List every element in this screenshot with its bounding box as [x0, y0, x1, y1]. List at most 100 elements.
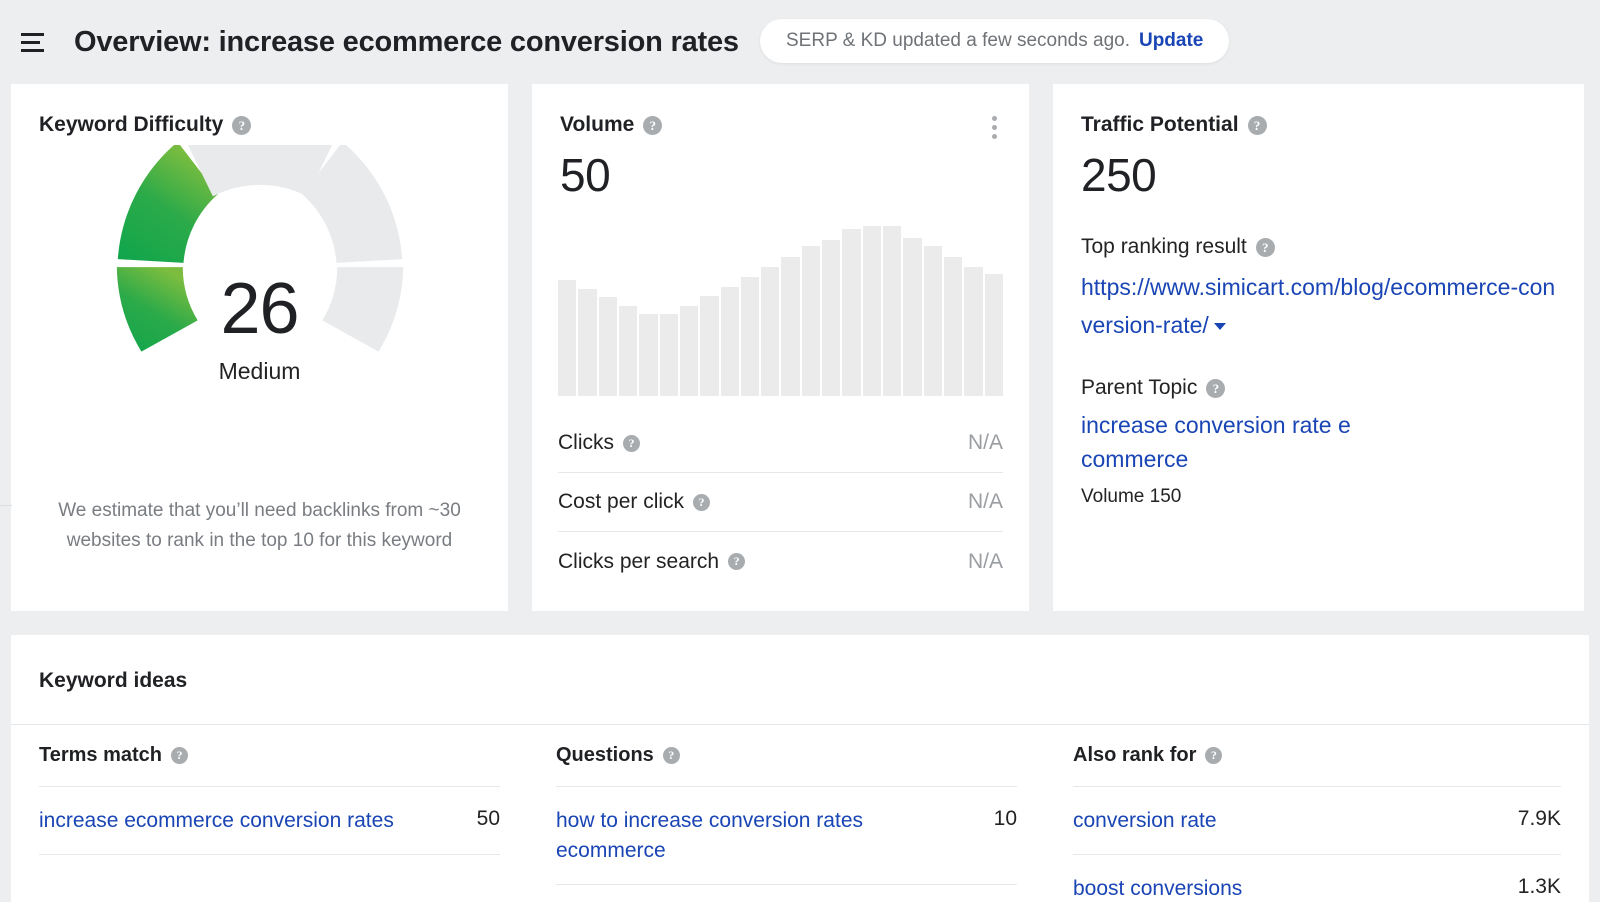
volume-bar: [842, 229, 861, 396]
gauge-readout: 26 Medium: [11, 273, 508, 385]
volume-card: Volume ? 50 Clicks? N/A Cost per click? N/A…: [532, 84, 1029, 611]
keyword-idea-row: increase ecommerce conversion rates 50: [39, 787, 500, 855]
hamburger-line: [21, 40, 40, 44]
help-icon[interactable]: ?: [1205, 747, 1223, 764]
hamburger-line: [21, 32, 44, 36]
keyword-ideas-column: Terms match? increase ecommerce conversio…: [11, 725, 528, 902]
kebab-dot: [992, 134, 997, 139]
volume-bar: [781, 256, 800, 396]
volume-bar: [659, 314, 678, 396]
metric-row: Clicks? N/A: [558, 414, 1003, 473]
volume-bar: [801, 246, 821, 396]
hamburger-line: [21, 48, 44, 52]
metric-cards-row: Keyword Difficulty ? 26 Medium We estima…: [0, 84, 1600, 611]
keyword-ideas-grid: Terms match? increase ecommerce conversio…: [11, 724, 1589, 902]
metric-value: N/A: [967, 490, 1003, 513]
metric-label: Cost per click?: [558, 490, 711, 514]
chevron-down-icon[interactable]: [1213, 323, 1226, 330]
more-vertical-icon[interactable]: [990, 114, 999, 141]
parent-topic-volume: Volume 150: [1081, 486, 1182, 507]
keyword-idea-row: how to increase conversion rates ecommer…: [556, 787, 1017, 885]
sidebar-divider: [0, 505, 12, 506]
help-icon[interactable]: ?: [643, 115, 663, 135]
help-icon[interactable]: ?: [693, 493, 711, 511]
keyword-ideas-column-header-text: Terms match: [39, 744, 163, 766]
volume-bar: [761, 266, 780, 396]
keyword-difficulty-title-label: Keyword Difficulty: [39, 113, 224, 136]
top-ranking-result-url: https://www.simicart.com/blog/ecommerce-…: [1081, 274, 1556, 338]
help-icon[interactable]: ?: [1255, 237, 1275, 257]
volume-bar: [943, 256, 963, 396]
metric-row: Cost per click? N/A: [558, 473, 1003, 532]
keyword-difficulty-card: Keyword Difficulty ? 26 Medium We estima…: [11, 84, 508, 611]
traffic-potential-value: 250: [1081, 149, 1157, 201]
volume-value: 50: [560, 149, 611, 201]
keyword-ideas-column-header-text: Also rank for: [1073, 744, 1197, 766]
keyword-idea-link[interactable]: increase ecommerce conversion rates: [39, 806, 394, 836]
volume-title-label: Volume: [560, 113, 635, 136]
volume-bar: [618, 305, 638, 396]
update-button[interactable]: Update: [1139, 30, 1203, 52]
kebab-dot: [992, 116, 997, 121]
metric-label-text: Cost per click: [558, 490, 685, 513]
help-icon[interactable]: ?: [232, 115, 252, 135]
metric-label: Clicks?: [558, 431, 640, 455]
metric-label: Clicks per search?: [558, 549, 746, 574]
keyword-difficulty-note: We estimate that you’ll need backlinks f…: [58, 500, 461, 551]
keyword-difficulty-gauge: 26 Medium: [11, 145, 508, 405]
top-ranking-result-label-row: Top ranking result ?: [1053, 235, 1584, 259]
keyword-idea-link[interactable]: how to increase conversion rates ecommer…: [556, 806, 976, 866]
volume-bar: [822, 239, 841, 396]
volume-bar-chart: [558, 226, 1003, 396]
help-icon[interactable]: ?: [171, 747, 189, 764]
volume-bar: [883, 226, 902, 396]
kebab-dot: [992, 125, 997, 130]
app-header: Overview: increase ecommerce conversion …: [0, 0, 1600, 84]
keyword-idea-row: boost conversions 1.3K: [1073, 855, 1561, 902]
keyword-difficulty-title: Keyword Difficulty ?: [11, 84, 508, 137]
metric-row: Clicks per search? N/A: [558, 532, 1003, 591]
parent-topic-label-row: Parent Topic ?: [1053, 376, 1584, 400]
keyword-ideas-title: Keyword ideas: [39, 669, 188, 692]
keyword-ideas-column: Questions? how to increase conversion rat…: [528, 725, 1045, 902]
keyword-ideas-column-header: Questions?: [556, 725, 1017, 787]
keyword-ideas-column: Also rank for? conversion rate 7.9K boost c…: [1045, 725, 1589, 902]
keyword-idea-volume: 7.9K: [1517, 807, 1561, 830]
help-icon[interactable]: ?: [1247, 115, 1267, 135]
traffic-potential-title-label: Traffic Potential: [1081, 113, 1239, 136]
metric-label-text: Clicks: [558, 431, 614, 454]
volume-bar: [903, 237, 922, 396]
help-icon[interactable]: ?: [623, 434, 640, 452]
volume-bar: [720, 287, 739, 396]
keyword-idea-volume: 10: [993, 807, 1017, 830]
metric-value: N/A: [967, 431, 1003, 454]
volume-bar: [639, 314, 658, 396]
parent-topic-label: Parent Topic: [1081, 376, 1198, 399]
help-icon[interactable]: ?: [1206, 378, 1226, 398]
volume-bar: [700, 295, 719, 396]
parent-topic-link[interactable]: increase conversion rate e commerce: [1053, 400, 1423, 476]
metric-label-text: Clicks per search: [558, 549, 720, 573]
volume-bar: [578, 288, 597, 396]
volume-bar: [862, 226, 881, 396]
traffic-potential-title: Traffic Potential ?: [1053, 84, 1584, 137]
volume-bar: [984, 273, 1003, 396]
hamburger-icon[interactable]: [12, 22, 52, 62]
help-icon[interactable]: ?: [728, 553, 746, 570]
keyword-idea-volume: 1.3K: [1517, 875, 1561, 898]
top-ranking-result-link[interactable]: https://www.simicart.com/blog/ecommerce-…: [1053, 259, 1584, 344]
volume-bar: [923, 246, 942, 396]
keyword-idea-link[interactable]: boost conversions: [1073, 874, 1242, 902]
keyword-ideas-panel: Keyword ideas Terms match? increase ecomm…: [11, 635, 1589, 902]
keyword-idea-link[interactable]: conversion rate: [1073, 806, 1217, 836]
volume-bar: [598, 297, 617, 396]
update-notification-pill: SERP & KD updated a few seconds ago. Upd…: [760, 19, 1230, 63]
keyword-difficulty-label: Medium: [218, 358, 301, 384]
help-icon[interactable]: ?: [662, 747, 680, 764]
page-title: Overview: increase ecommerce conversion …: [74, 25, 739, 58]
keyword-ideas-column-header-text: Questions: [556, 744, 654, 766]
update-notification-message: SERP & KD updated a few seconds ago.: [786, 30, 1130, 51]
keyword-ideas-column-header: Terms match?: [39, 725, 500, 787]
volume-bar: [558, 280, 577, 396]
top-ranking-result-label: Top ranking result: [1081, 235, 1247, 258]
